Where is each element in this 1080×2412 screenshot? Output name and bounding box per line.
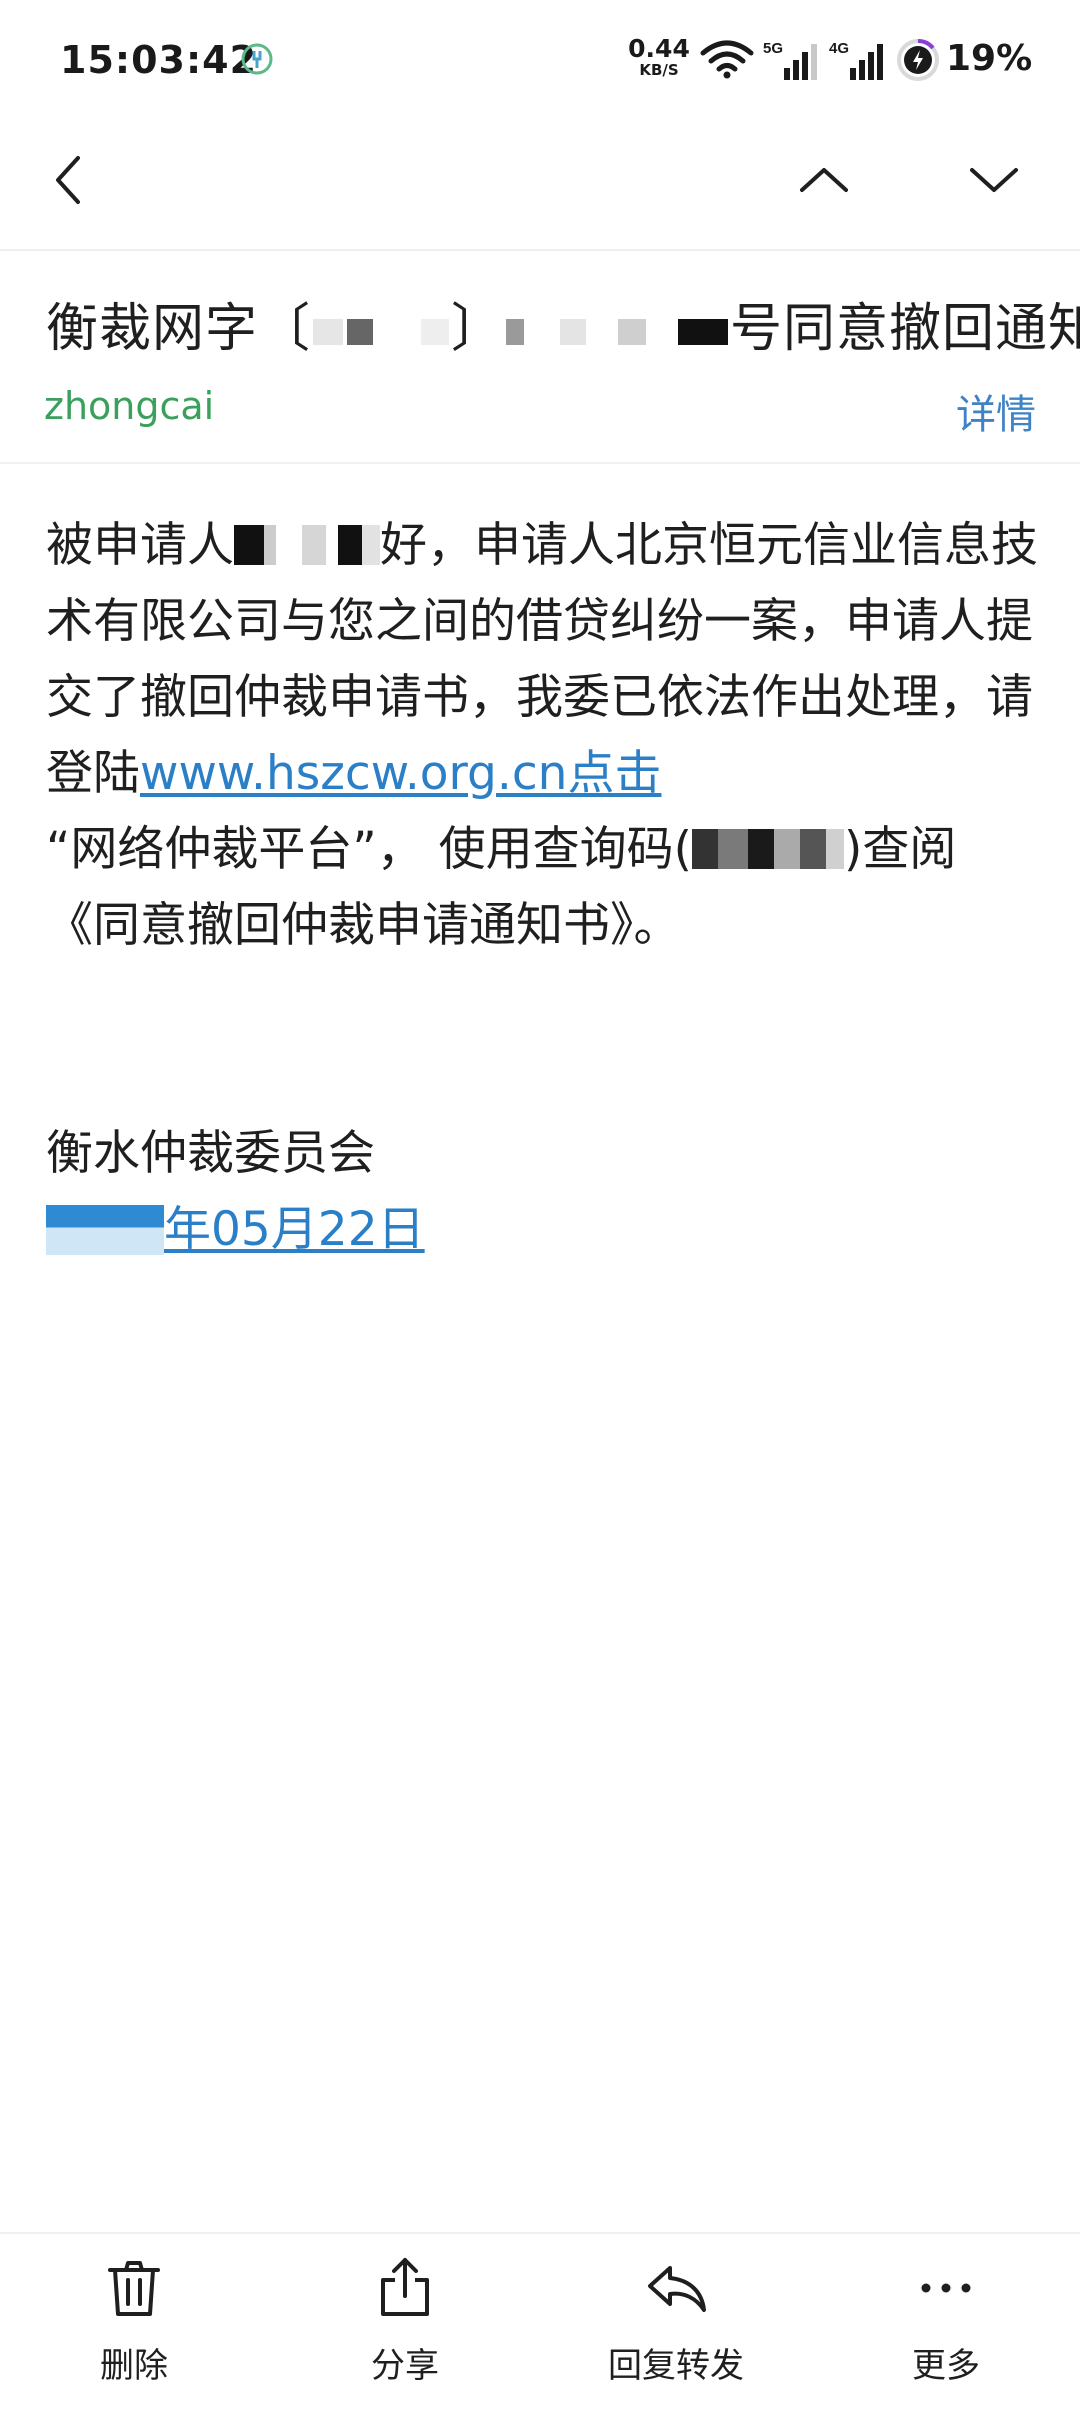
mail-date: 年05月22日 xyxy=(46,1192,1046,1268)
reply-forward-label: 回复转发 xyxy=(608,2346,744,2386)
sender-name[interactable]: zhongcai xyxy=(44,384,214,428)
battery-charging-icon xyxy=(897,38,939,81)
more-button[interactable]: 更多 xyxy=(846,2256,1046,2396)
redacted-block xyxy=(528,319,557,345)
previous-mail-button[interactable] xyxy=(784,140,864,220)
redacted-block xyxy=(347,319,374,345)
redacted-block xyxy=(717,829,748,869)
body-text-1: 被申请人 xyxy=(46,518,234,573)
subject-prefix: 衡裁网字〔 xyxy=(46,299,312,359)
mail-body-paragraph: 被申请人 好，申请人北京恒元信业信息技术有限公司与您之间的借贷纠纷一案，申请人提交… xyxy=(46,508,1046,964)
details-link[interactable]: 详情 xyxy=(956,382,1036,440)
signature: 衡水仲裁委员会 xyxy=(46,1126,375,1181)
share-button[interactable]: 分享 xyxy=(305,2256,505,2396)
delete-button[interactable]: 删除 xyxy=(34,2256,234,2396)
website-link[interactable]: www.hszcw.org.cn点击 xyxy=(140,746,661,801)
redacted-block xyxy=(234,525,264,565)
chevron-down-icon xyxy=(970,168,1018,192)
subject-mid: 〕 xyxy=(451,299,505,359)
app-notification-icon xyxy=(241,43,273,75)
delete-label: 删除 xyxy=(100,2346,168,2386)
network-speed: 0.44 KB/S xyxy=(628,36,690,86)
redacted-block xyxy=(506,319,525,345)
redacted-block xyxy=(590,319,615,345)
redacted-block xyxy=(678,319,729,345)
redacted-block xyxy=(560,319,587,345)
more-label: 更多 xyxy=(912,2346,980,2386)
network-speed-value: 0.44 xyxy=(628,34,690,63)
redacted-block xyxy=(338,525,362,565)
status-bar: 15:03:42 0.44 KB/S 5G 4G 19% xyxy=(0,0,1080,120)
back-button[interactable] xyxy=(28,140,108,220)
redacted-block xyxy=(747,829,774,869)
chevron-up-icon xyxy=(800,168,848,192)
redacted-block xyxy=(377,319,418,345)
subject-divider xyxy=(0,462,1080,464)
more-dots-icon xyxy=(921,2283,971,2293)
redacted-block xyxy=(46,1205,164,1255)
cellular-signal-5g-icon: 5G xyxy=(763,40,817,80)
reply-forward-button[interactable]: 回复转发 xyxy=(576,2256,776,2396)
redacted-block xyxy=(326,525,338,565)
redacted-block xyxy=(799,829,826,869)
redacted-block xyxy=(362,525,380,565)
body-text-3: “网络仲裁平台”， 使用查询码( xyxy=(46,822,692,877)
share-label: 分享 xyxy=(371,2346,439,2386)
battery-percent: 19% xyxy=(946,38,1033,79)
signal2-label: 4G xyxy=(829,40,849,57)
top-navigation xyxy=(0,120,1080,250)
reply-icon xyxy=(648,2266,706,2312)
redacted-block xyxy=(618,319,647,345)
share-icon xyxy=(381,2258,429,2316)
trash-icon xyxy=(108,2261,160,2316)
header-divider xyxy=(0,249,1080,251)
cellular-signal-4g-icon: 4G xyxy=(829,40,883,80)
next-mail-button[interactable] xyxy=(954,140,1034,220)
signal1-label: 5G xyxy=(763,40,783,57)
back-chevron-icon xyxy=(56,156,80,204)
redacted-block xyxy=(421,319,450,345)
redacted-block xyxy=(773,829,800,869)
redacted-block xyxy=(650,319,675,345)
redacted-block xyxy=(276,525,302,565)
mail-subject: 衡裁网字〔 〕 号同意撤回通知 xyxy=(46,286,1080,361)
wifi-icon xyxy=(700,40,754,79)
network-speed-unit: KB/S xyxy=(639,61,679,79)
date-link[interactable]: 年05月22日 xyxy=(164,1202,425,1257)
redacted-block xyxy=(264,525,276,565)
redacted-block xyxy=(313,319,344,345)
email-detail-screen: 15:03:42 0.44 KB/S 5G 4G 19% 衡裁网字〔 〕 号同意… xyxy=(0,0,1080,2412)
status-time: 15:03:42 xyxy=(60,38,258,82)
subject-suffix: 号同意撤回通知 xyxy=(730,299,1080,359)
mail-body: 被申请人 好，申请人北京恒元信业信息技术有限公司与您之间的借贷纠纷一案，申请人提交… xyxy=(46,508,1046,1268)
redacted-block xyxy=(302,525,326,565)
redacted-block xyxy=(691,829,718,869)
bottom-action-bar: 删除 分享 回复转发 更多 xyxy=(0,2234,1080,2412)
redacted-block xyxy=(825,829,844,869)
